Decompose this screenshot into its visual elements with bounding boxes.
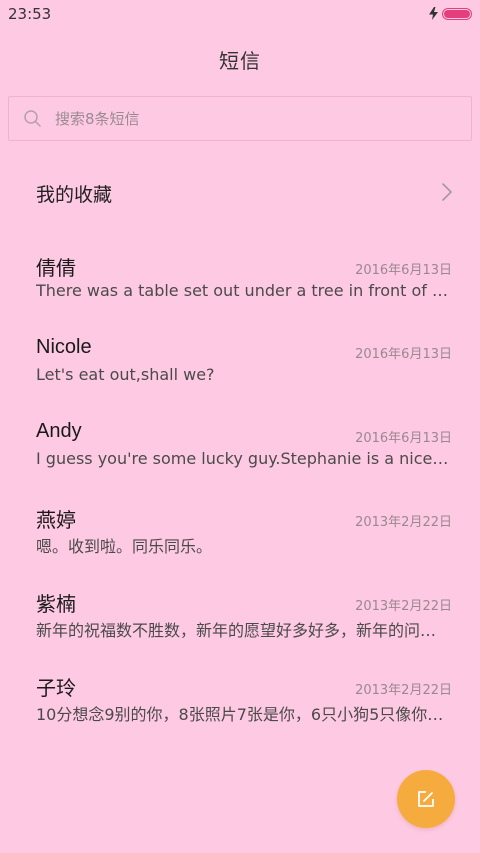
favorites-row[interactable]: 我的收藏: [0, 160, 480, 224]
status-time: 23:53: [8, 5, 52, 23]
search-input[interactable]: [55, 97, 455, 140]
conversation-preview: 新年的祝福数不胜数，新年的愿望好多好多，新年的问候说不完: [36, 621, 452, 640]
conversation-item[interactable]: 子玲 2013年2月22日 10分想念9别的你，8张照片7张是你，6只小狗5只像…: [0, 670, 480, 754]
conversation-list: 倩倩 2016年6月13日 There was a table set out …: [0, 250, 480, 754]
conversation-date: 2013年2月22日: [355, 599, 452, 614]
chevron-right-icon: [440, 182, 454, 206]
conversation-date: 2016年6月13日: [355, 347, 452, 362]
conversation-item[interactable]: 燕婷 2013年2月22日 嗯。收到啦。同乐同乐。: [0, 502, 480, 586]
conversation-preview: Let's eat out,shall we?: [36, 365, 215, 384]
battery-icon: [442, 7, 472, 20]
conversation-date: 2013年2月22日: [355, 515, 452, 530]
search-box[interactable]: [8, 96, 472, 141]
compose-button[interactable]: [397, 770, 455, 828]
battery-level: [444, 9, 470, 18]
search-icon: [23, 109, 43, 133]
conversation-preview: I guess you're some lucky guy.Stephanie …: [36, 449, 452, 468]
conversation-name: Nicole: [36, 336, 92, 358]
conversation-name: 子玲: [36, 678, 76, 700]
status-bar: 23:53: [0, 0, 480, 28]
conversation-date: 2013年2月22日: [355, 683, 452, 698]
bolt-icon: [429, 7, 438, 20]
conversation-name: 倩倩: [36, 258, 76, 280]
conversation-date: 2016年6月13日: [355, 263, 452, 278]
conversation-date: 2016年6月13日: [355, 431, 452, 446]
conversation-name: 紫楠: [36, 594, 76, 616]
conversation-preview: There was a table set out under a tree i…: [36, 281, 452, 300]
conversation-preview: 嗯。收到啦。同乐同乐。: [36, 537, 213, 556]
page-title: 短信: [219, 49, 261, 73]
conversation-name: Andy: [36, 420, 82, 442]
conversation-name: 燕婷: [36, 510, 76, 532]
conversation-item[interactable]: Nicole 2016年6月13日 Let's eat out,shall we…: [0, 334, 480, 418]
conversation-preview: 10分想念9别的你，8张照片7张是你，6只小狗5只像你，4季: [36, 705, 452, 724]
compose-icon: [417, 790, 435, 808]
favorites-label: 我的收藏: [36, 184, 113, 206]
conversation-item[interactable]: Andy 2016年6月13日 I guess you're some luck…: [0, 418, 480, 502]
conversation-item[interactable]: 紫楠 2013年2月22日 新年的祝福数不胜数，新年的愿望好多好多，新年的问候说…: [0, 586, 480, 670]
status-indicators: [429, 7, 472, 20]
conversation-item[interactable]: 倩倩 2016年6月13日 There was a table set out …: [0, 250, 480, 334]
